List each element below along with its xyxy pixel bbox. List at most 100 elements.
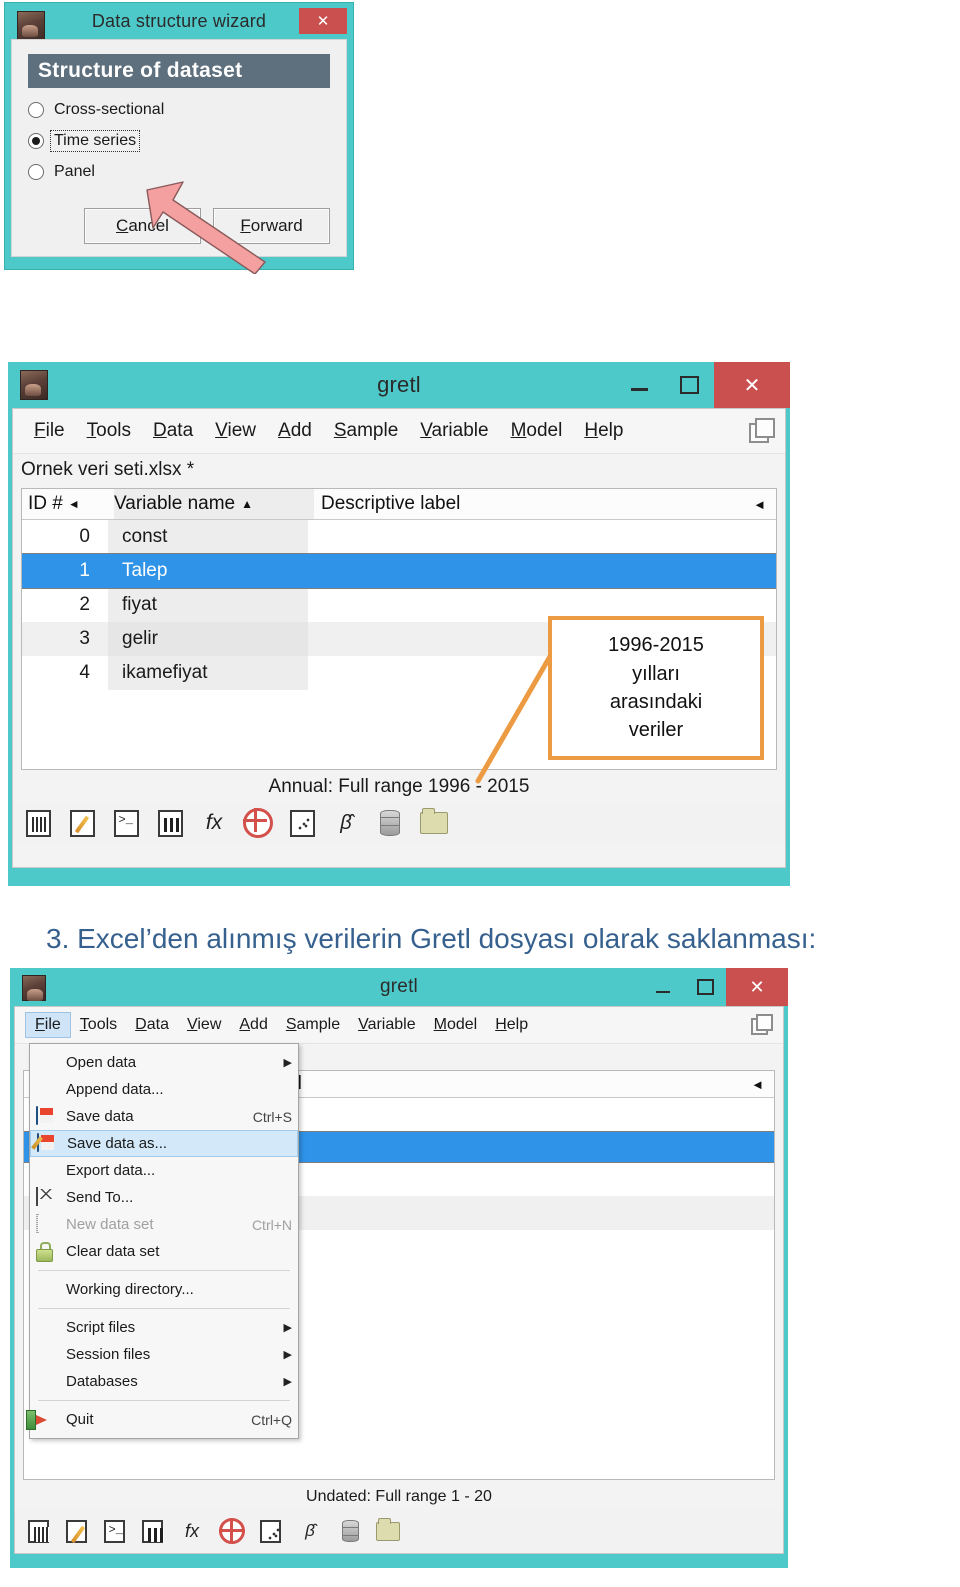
header-scroll-left-icon[interactable]: ◄: [751, 1078, 774, 1091]
radio-time-series[interactable]: Time series: [28, 130, 330, 152]
col-id-header[interactable]: ID # ◄: [22, 493, 114, 515]
function-fx-icon[interactable]: fx: [177, 1516, 207, 1546]
menu-item-append-data[interactable]: Append data...: [30, 1076, 298, 1103]
menu-add[interactable]: Add: [267, 416, 323, 446]
menu-tools[interactable]: Tools: [71, 1013, 126, 1037]
model-beta-icon[interactable]: β̂: [295, 1516, 325, 1546]
col-label-header[interactable]: Descriptive label: [314, 493, 753, 515]
console-icon[interactable]: [111, 808, 141, 838]
menu-item-save-data[interactable]: Save data Ctrl+S: [30, 1103, 298, 1130]
menu-data[interactable]: Data: [142, 416, 204, 446]
session-windows-icon[interactable]: [751, 1014, 773, 1036]
radio-cross-sectional-indicator[interactable]: [28, 102, 44, 118]
menu-help-accel: H: [495, 1016, 507, 1033]
minimize-icon: [630, 388, 648, 391]
col-id-label: ID #: [28, 493, 63, 514]
menu-item-shortcut: Ctrl+Q: [251, 1411, 292, 1428]
close-button[interactable]: ✕: [726, 968, 788, 1006]
menu-model-rest: odel: [526, 420, 563, 441]
close-button[interactable]: ✕: [714, 362, 790, 408]
menu-file[interactable]: File: [23, 416, 76, 446]
menu-sample[interactable]: Sample: [323, 416, 409, 446]
edit-script-icon[interactable]: [67, 808, 97, 838]
menu-item-databases[interactable]: Databases ▶: [30, 1368, 298, 1395]
menu-view[interactable]: View: [204, 416, 267, 446]
menu-file-rest: ile: [44, 1016, 61, 1033]
menu-item-new-data-set: New data set Ctrl+N: [30, 1211, 298, 1238]
radio-panel-indicator[interactable]: [28, 164, 44, 180]
scatter-plot-icon[interactable]: [257, 1518, 283, 1544]
radio-cross-sectional[interactable]: Cross-sectional: [28, 101, 330, 119]
database-icon[interactable]: [337, 1518, 363, 1544]
menu-data-accel: D: [135, 1016, 147, 1033]
gretl-titlebar[interactable]: gretl ✕: [8, 362, 790, 408]
cancel-accel: C: [116, 216, 129, 235]
model-beta-icon[interactable]: β̂: [331, 808, 361, 838]
submenu-arrow-icon: ▶: [283, 1057, 292, 1069]
no-icon: [36, 1345, 62, 1365]
table-row[interactable]: 1 Talep: [22, 553, 776, 589]
menu-variable[interactable]: Variable: [349, 1013, 425, 1037]
calculator-icon[interactable]: [25, 1518, 51, 1544]
menu-variable[interactable]: Variable: [409, 416, 499, 446]
menu-item-script-files[interactable]: Script files ▶: [30, 1314, 298, 1341]
new-page-icon: [36, 1213, 62, 1235]
maximize-button[interactable]: [684, 968, 726, 1006]
sort-ascending-icon: ▲: [241, 497, 253, 511]
menu-item-label: Open data: [66, 1054, 137, 1071]
menu-data[interactable]: Data: [126, 1013, 178, 1037]
menu-item-export-data[interactable]: Export data...: [30, 1157, 298, 1184]
menu-file-accel: F: [34, 420, 46, 441]
menu-file[interactable]: File: [25, 1012, 71, 1038]
menu-item-label: New data set: [66, 1216, 154, 1233]
open-folder-icon[interactable]: [375, 1517, 401, 1544]
maximize-button[interactable]: [664, 362, 714, 408]
menu-item-working-directory[interactable]: Working directory...: [30, 1276, 298, 1303]
gretl3-toolbar: fx β̂: [15, 1510, 783, 1552]
menu-model-accel: M: [510, 420, 527, 441]
radio-time-series-indicator[interactable]: [28, 133, 44, 149]
scatter-plot-icon[interactable]: [287, 808, 317, 838]
menu-add[interactable]: Add: [230, 1013, 276, 1037]
menu-item-session-files[interactable]: Session files ▶: [30, 1341, 298, 1368]
gretl3-titlebar[interactable]: gretl ✕: [10, 968, 788, 1006]
menu-view[interactable]: View: [178, 1013, 230, 1037]
menu-model[interactable]: Model: [500, 416, 574, 446]
row-variable-name: gelir: [108, 622, 308, 656]
help-lifebuoy-icon[interactable]: [219, 1518, 245, 1544]
session-windows-icon[interactable]: [749, 418, 775, 444]
submenu-arrow-icon: ▶: [283, 1349, 292, 1361]
callout-line-4: veriler: [628, 719, 684, 742]
menu-model[interactable]: Model: [425, 1013, 487, 1037]
menu-tools[interactable]: Tools: [76, 416, 142, 446]
menu-item-send-to[interactable]: Send To...: [30, 1184, 298, 1211]
wizard-titlebar[interactable]: Data structure wizard ✕: [5, 3, 353, 41]
menu-item-quit[interactable]: Quit Ctrl+Q: [30, 1406, 298, 1433]
icon-view-icon[interactable]: [155, 808, 185, 838]
gretl-menubar: File Tools Data View Add Sample Variable…: [13, 409, 785, 454]
calculator-icon[interactable]: [23, 808, 53, 838]
row-variable-name: Talep: [122, 560, 168, 581]
help-lifebuoy-icon[interactable]: [243, 808, 273, 838]
col-name-header[interactable]: Variable name ▲: [114, 489, 314, 519]
database-icon[interactable]: [375, 808, 405, 838]
menu-item-clear-data-set[interactable]: Clear data set: [30, 1238, 298, 1265]
minimize-button[interactable]: [642, 968, 684, 1006]
menu-item-save-data-as[interactable]: Save data as...: [30, 1130, 298, 1157]
menu-sample[interactable]: Sample: [277, 1013, 349, 1037]
icon-view-icon[interactable]: [139, 1518, 165, 1544]
menu-help[interactable]: Help: [573, 416, 634, 446]
table-row[interactable]: 0 const: [22, 520, 776, 554]
edit-script-icon[interactable]: [63, 1518, 89, 1544]
header-scroll-left-icon[interactable]: ◄: [753, 498, 776, 511]
minimize-button[interactable]: [614, 362, 664, 408]
menu-item-open-data[interactable]: Open data ▶: [30, 1049, 298, 1076]
console-icon[interactable]: [101, 1518, 127, 1544]
wizard-close-button[interactable]: ✕: [299, 8, 347, 34]
menu-help[interactable]: Help: [486, 1013, 537, 1037]
quit-icon: [36, 1410, 62, 1430]
open-folder-icon[interactable]: [419, 808, 449, 838]
lock-icon: [36, 1242, 62, 1262]
menu-item-label: Script files: [66, 1319, 136, 1336]
function-fx-icon[interactable]: fx: [199, 808, 229, 838]
